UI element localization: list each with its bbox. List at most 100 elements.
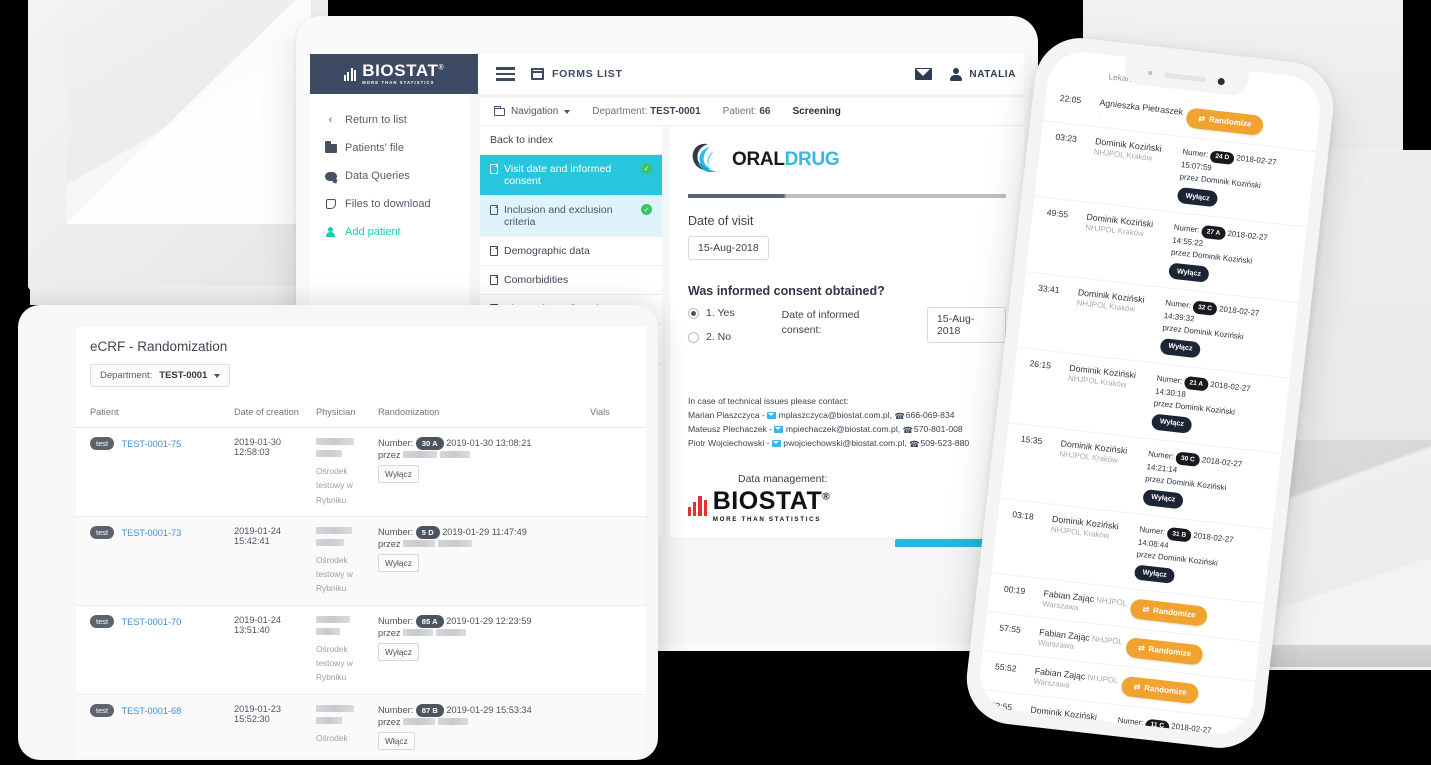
breadcrumb-stage: Screening bbox=[792, 106, 841, 117]
sidebar-item-data-queries[interactable]: Data Queries bbox=[310, 162, 470, 190]
randomize-button[interactable]: ⇄ Randomize bbox=[1129, 598, 1209, 628]
phone-icon: ☎ bbox=[902, 424, 914, 435]
row-randomization: Numer: 32 C 2018-02-27 14:39:32 przez Do… bbox=[1159, 297, 1284, 367]
row-time: 49:55 bbox=[1046, 207, 1069, 220]
table-row[interactable]: test TEST-0001-75 2019-01-30 12:58:03 Oś… bbox=[76, 427, 646, 517]
contact-line: Marian Piaszczyca - mplaszczyca@biostat.… bbox=[688, 409, 1006, 423]
przez-label: przez bbox=[1136, 549, 1157, 561]
randomize-button[interactable]: ⇄ Randomize bbox=[1124, 637, 1205, 667]
sidebar-item-add-patient[interactable]: Add patient bbox=[310, 218, 470, 246]
redacted-name bbox=[316, 627, 340, 635]
date-of-visit-label: Date of visit bbox=[688, 214, 754, 228]
nav-back-to-index[interactable]: Back to index bbox=[480, 126, 662, 155]
toggle-button[interactable]: Wyłącz bbox=[1168, 262, 1210, 283]
test-badge: test bbox=[90, 437, 115, 450]
camera-icon bbox=[1216, 77, 1225, 85]
nav-item-comorbidities[interactable]: Comorbidities bbox=[480, 266, 662, 295]
envelope-icon[interactable] bbox=[915, 68, 933, 80]
brand-reg: ® bbox=[438, 64, 445, 72]
number-label: Number: bbox=[378, 526, 414, 537]
shuffle-icon: ⇄ bbox=[1137, 643, 1146, 654]
biostat-logo: BIOSTAT® MORE THAN STATISTICS bbox=[310, 54, 478, 94]
department-label: Department: bbox=[100, 370, 153, 381]
sidebar-item-patients-file[interactable]: Patients' file bbox=[310, 134, 470, 162]
patient-link[interactable]: TEST-0001-75 bbox=[121, 439, 181, 449]
physician-site: Ośrodek bbox=[316, 732, 348, 743]
logo-drug: DRUG bbox=[784, 149, 840, 170]
user-icon bbox=[950, 68, 963, 81]
toggle-button[interactable]: Wyłącz bbox=[378, 553, 419, 572]
przez-label: przez bbox=[1161, 323, 1183, 335]
table-row[interactable]: test TEST-0001-73 2019-01-24 15:42:41 Oś… bbox=[76, 516, 646, 606]
table-row[interactable]: test TEST-0001-68 2019-01-23 15:52:30 Oś… bbox=[76, 694, 646, 757]
patient-link[interactable]: TEST-0001-70 bbox=[121, 617, 181, 627]
sidebar-item-return-to-list[interactable]: ‹ Return to list bbox=[310, 106, 470, 134]
forms-list-button[interactable]: FORMS LIST bbox=[531, 68, 623, 80]
nav-item-inclusion-and-exclusion-criteria[interactable]: Inclusion and exclusion criteria ✓ bbox=[480, 196, 662, 237]
department-filter-dropdown[interactable]: Department: TEST-0001 bbox=[90, 364, 231, 387]
sidebar-label: Add patient bbox=[345, 226, 401, 238]
przez-label: przez bbox=[378, 716, 401, 727]
department-value: TEST-0001 bbox=[650, 106, 701, 117]
hamburger-icon[interactable] bbox=[496, 67, 515, 81]
patient-link[interactable]: TEST-0001-73 bbox=[121, 528, 181, 538]
randomize-button[interactable]: ⇄ Randomize bbox=[1185, 107, 1265, 137]
sidebar-item-files-to-download[interactable]: Files to download bbox=[310, 190, 470, 218]
przez-label: przez bbox=[1170, 247, 1191, 259]
test-badge: test bbox=[90, 614, 115, 628]
consent-answer-row: 1. Yes 2. No Date of informed consent: 1… bbox=[688, 307, 1006, 355]
radio-yes[interactable]: 1. Yes bbox=[688, 307, 772, 319]
toggle-button[interactable]: Wyłącz bbox=[378, 465, 419, 483]
toggle-button[interactable]: Wyłącz bbox=[1142, 488, 1185, 509]
folder-icon bbox=[324, 141, 337, 153]
przez-label: przez bbox=[1153, 398, 1174, 410]
consent-radio-group: 1. Yes 2. No bbox=[688, 307, 772, 355]
doctor-org: . bbox=[1097, 108, 1102, 118]
created-cell: 2019-01-24 13:51:40 bbox=[228, 605, 310, 695]
nav-item-demographic-data[interactable]: Demographic data bbox=[480, 237, 662, 266]
contact-email[interactable]: mplaszczyca@biostat.com.pl, bbox=[779, 410, 892, 420]
randomization-time: 2019-01-30 13:08:21 bbox=[446, 438, 532, 448]
created-cell: 2019-01-30 12:58:03 bbox=[228, 427, 310, 517]
radio-no-label: 2. No bbox=[706, 331, 732, 343]
randomization-number: 30 C bbox=[1175, 451, 1201, 468]
toggle-button[interactable]: Wyłącz bbox=[1176, 187, 1219, 208]
table-row[interactable]: test TEST-0001-70 2019-01-24 13:51:40 Oś… bbox=[76, 605, 646, 695]
data-management-label: Data management: bbox=[738, 472, 828, 485]
redacted-name bbox=[403, 717, 436, 725]
toggle-button[interactable]: Wyłącz bbox=[378, 642, 419, 661]
toggle-button[interactable]: Włącz bbox=[378, 731, 415, 750]
contact-name: Piotr Wojciechowski - bbox=[688, 437, 770, 448]
redacted-name bbox=[316, 538, 344, 546]
row-doctor: Dominik Koziński NHJPOL Kraków bbox=[1081, 212, 1175, 279]
brand-tagline: MORE THAN STATISTICS bbox=[362, 80, 435, 86]
randomized-by: Dominik Koziński bbox=[1191, 250, 1253, 266]
col-vials: Vials bbox=[584, 401, 646, 428]
contact-email[interactable]: pwojciechowski@biostat.com.pl, bbox=[783, 438, 906, 448]
oraldrug-mark-icon bbox=[688, 140, 730, 180]
toggle-button[interactable]: Wyłącz bbox=[1133, 564, 1176, 585]
contact-email[interactable]: mpiechaczek@biostat.com.pl, bbox=[786, 424, 900, 434]
randomize-button[interactable]: ⇄ Randomize bbox=[1120, 676, 1200, 705]
toggle-button[interactable]: Wyłącz bbox=[1150, 413, 1193, 434]
toggle-button[interactable]: Wyłącz bbox=[1159, 337, 1202, 359]
nav-item-visit-date-and-informed-consent[interactable]: Visit date and informed consent ✓ bbox=[480, 155, 662, 196]
user-name: NATALIA bbox=[969, 68, 1016, 80]
document-icon bbox=[490, 274, 499, 285]
contact-phone: 509-523-880 bbox=[920, 437, 970, 448]
shuffle-icon: ⇄ bbox=[1197, 113, 1206, 124]
radio-no[interactable]: 2. No bbox=[688, 331, 772, 343]
consent-date-input[interactable]: 15-Aug-2018 bbox=[926, 307, 1006, 343]
redacted-name bbox=[316, 704, 354, 712]
navigation-dropdown[interactable]: Navigation bbox=[493, 105, 571, 117]
date-of-visit-input[interactable]: 15-Aug-2018 bbox=[688, 236, 769, 260]
patient-label: Patient: bbox=[722, 106, 757, 117]
user-menu[interactable]: NATALIA bbox=[950, 68, 1016, 81]
phone-icon: ☎ bbox=[909, 438, 920, 449]
przez-label: przez bbox=[1144, 473, 1165, 486]
vials-cell bbox=[584, 427, 646, 517]
contact-intro: In case of technical issues please conta… bbox=[688, 396, 849, 406]
chevron-down-icon bbox=[214, 373, 221, 378]
patient-link[interactable]: TEST-0001-68 bbox=[121, 706, 181, 716]
forms-list-label: FORMS LIST bbox=[552, 68, 623, 80]
